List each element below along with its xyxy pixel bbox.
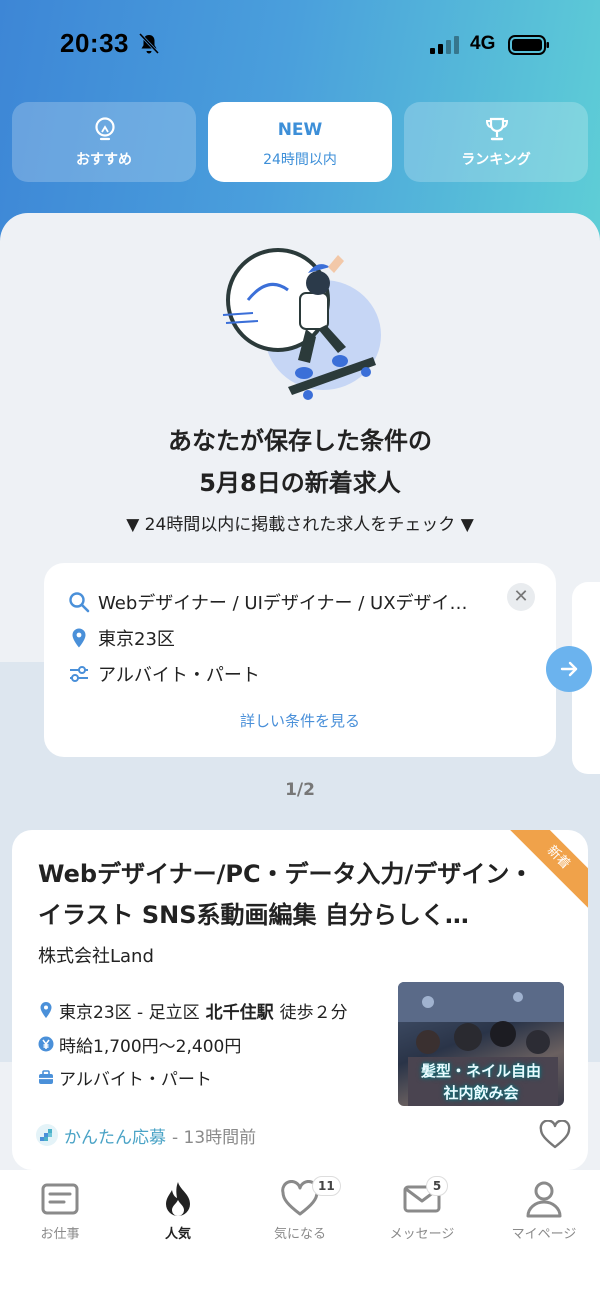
status-time: 20:33 <box>60 28 129 58</box>
location-pin-icon <box>40 1002 52 1018</box>
yen-icon <box>38 1036 54 1052</box>
flame-icon <box>166 1182 190 1216</box>
tab-label: ランキング <box>461 152 531 168</box>
condition-keyword-row: Webデザイナー / UIデザイナー / UXデザイ… <box>68 588 468 616</box>
job-walk: 徒歩２分 <box>279 1002 348 1023</box>
favorite-heart-icon[interactable] <box>539 1120 571 1150</box>
skateboarder-illustration <box>222 248 381 400</box>
next-arrow-button[interactable] <box>546 646 592 692</box>
tab-label: 24時間以内 <box>263 152 337 168</box>
job-list-icon <box>41 1183 79 1215</box>
condition-location: 東京23区 <box>98 629 175 650</box>
nav-label: お仕事 <box>40 1227 80 1242</box>
tab-recommended[interactable]: おすすめ <box>12 102 196 182</box>
job-station: 北千住駅 <box>205 1002 274 1023</box>
carousel-pager: 1/2 <box>285 780 315 800</box>
nav-label: 人気 <box>164 1227 191 1242</box>
photo-caption-line2: 社内飲み会 <box>443 1084 519 1102</box>
nav-favorites[interactable]: 11 気になる <box>240 1176 360 1250</box>
job-wage-row: 時給1,700円〜2,400円 <box>38 1032 242 1057</box>
briefcase-icon <box>39 1070 53 1084</box>
job-type-row: アルバイト・パート <box>38 1065 212 1090</box>
signal-icon <box>430 36 459 54</box>
filter-sliders-icon <box>70 666 88 682</box>
messages-count-badge: 5 <box>426 1176 448 1196</box>
close-condition-button[interactable]: ✕ <box>507 583 535 611</box>
job-location: 東京23区 - 足立区 <box>59 1002 200 1023</box>
nav-jobs[interactable]: お仕事 <box>0 1180 120 1250</box>
posted-time: - 13時間前 <box>172 1127 257 1148</box>
status-bar: 20:33 4G <box>0 0 600 90</box>
hero-headline-line1: あなたが保存した条件の <box>168 427 432 455</box>
easy-apply-label: かんたん応募 <box>64 1127 166 1148</box>
hero-subline: ▼ 24時間以内に掲載された求人をチェック ▼ <box>126 515 474 535</box>
condition-type-row: アルバイト・パート <box>68 660 260 688</box>
person-icon <box>526 1181 562 1218</box>
nav-mypage[interactable]: マイページ <box>484 1180 600 1250</box>
battery-icon <box>508 35 549 55</box>
nav-label: マイページ <box>511 1227 577 1242</box>
location-pin-icon <box>72 628 86 648</box>
tab-new-24h[interactable]: NEW 24時間以内 <box>208 102 392 182</box>
job-title[interactable]: Webデザイナー/PC・データ入力/デザイン・イラスト SNS系動画編集 自分ら… <box>38 854 548 936</box>
job-company: 株式会社Land <box>38 946 154 967</box>
job-location-row: 東京23区 - 足立区 北千住駅 徒歩２分 <box>38 998 348 1023</box>
tab-new-badge: NEW <box>277 120 323 140</box>
top-tabs: おすすめ NEW 24時間以内 ランキング <box>12 102 588 182</box>
condition-keyword: Webデザイナー / UIデザイナー / UXデザイ… <box>98 593 468 614</box>
job-wage: 時給1,700円〜2,400円 <box>59 1036 242 1057</box>
saved-condition-card[interactable]: Webデザイナー / UIデザイナー / UXデザイ… 東京23区 アルバイト・… <box>44 563 556 757</box>
bottom-navigation: お仕事 人気 11 気になる 5 メッセージ マイページ <box>0 1170 600 1301</box>
tab-label: おすすめ <box>76 152 132 168</box>
job-card[interactable]: 新着 Webデザイナー/PC・データ入力/デザイン・イラスト SNS系動画編集 … <box>12 830 588 1170</box>
job-employment-type: アルバイト・パート <box>59 1069 212 1090</box>
nav-label: メッセージ <box>389 1227 455 1242</box>
search-icon <box>69 592 90 613</box>
job-photo[interactable]: 髪型・ネイル自由 社内飲み会 <box>398 982 564 1106</box>
condition-location-row: 東京23区 <box>68 624 175 652</box>
trophy-icon <box>485 117 509 141</box>
easy-apply-row: かんたん応募 - 13時間前 <box>36 1122 256 1148</box>
hero-headline: あなたが保存した条件の 5月8日の新着求人 <box>0 420 600 504</box>
nav-popular[interactable]: 人気 <box>118 1180 238 1250</box>
nav-messages[interactable]: 5 メッセージ <box>362 1176 482 1250</box>
lightbulb-icon <box>95 117 115 141</box>
network-type: 4G <box>470 33 496 54</box>
bell-off-icon <box>138 32 160 55</box>
photo-caption-line1: 髪型・ネイル自由 <box>420 1062 541 1080</box>
condition-employment-type: アルバイト・パート <box>98 665 260 686</box>
favorites-count-badge: 11 <box>312 1176 341 1196</box>
condition-details-link[interactable]: 詳しい条件を見る <box>44 710 556 731</box>
tab-ranking[interactable]: ランキング <box>404 102 588 182</box>
arrow-right-icon <box>560 661 578 677</box>
hero-headline-line2: 5月8日の新着求人 <box>199 469 401 497</box>
easy-apply-icon <box>36 1124 58 1146</box>
nav-label: 気になる <box>273 1227 326 1242</box>
